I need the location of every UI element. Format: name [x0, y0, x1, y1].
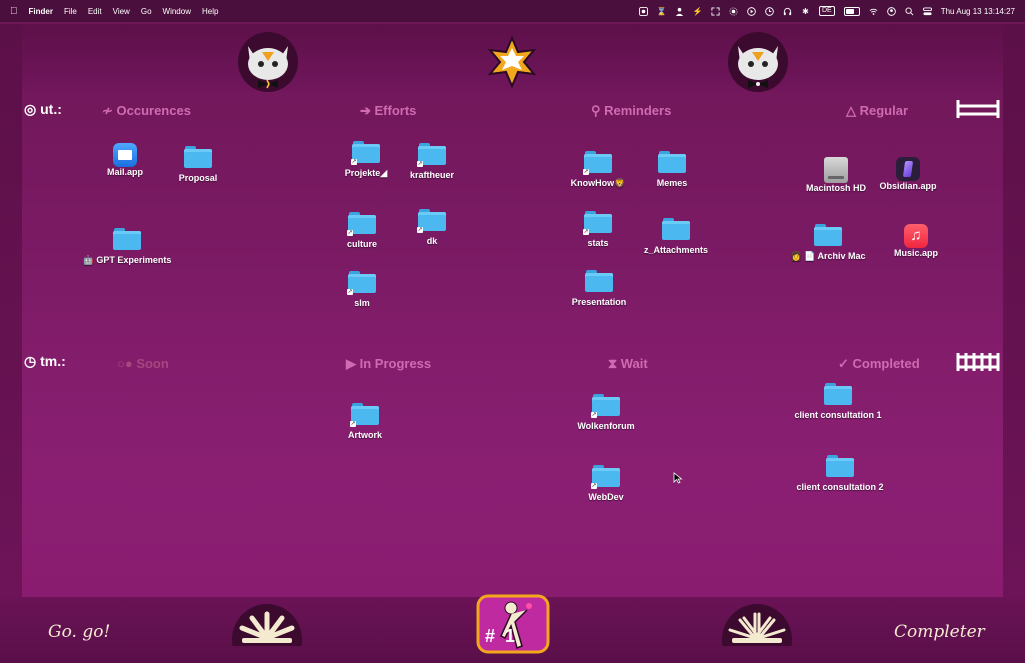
- section-efforts: ➔ Efforts: [360, 103, 417, 118]
- desktop-item-artwork[interactable]: ↗ Artwork: [320, 403, 410, 441]
- menu-bar:  Finder File Edit View Go Window Help ⌛…: [0, 0, 1025, 22]
- input-language-indicator[interactable]: DE: [818, 6, 835, 16]
- desktop-item-client-consultation-1[interactable]: client consultation 1: [793, 383, 883, 421]
- app-status-icon[interactable]: [638, 6, 648, 16]
- section-completed: ✓ Completed: [838, 356, 920, 371]
- wifi-icon[interactable]: [869, 7, 878, 16]
- folder-alias-icon: ↗: [583, 211, 612, 235]
- wallpaper-right-border: [1003, 24, 1025, 663]
- desktop-item-obsidian[interactable]: Obsidian.app: [863, 157, 953, 192]
- folder-icon: [184, 146, 212, 168]
- folder-icon: [662, 218, 690, 240]
- target-icon: ◎: [24, 101, 37, 117]
- desktop-item-kraftheuer[interactable]: ↗ kraftheuer: [387, 143, 477, 181]
- folder-icon: [814, 224, 842, 246]
- cat-mascot-icon: [728, 32, 788, 92]
- row-label-top: ◎ ut.:: [24, 101, 62, 117]
- folder-alias-icon: ↗: [347, 271, 376, 295]
- play-icon[interactable]: [747, 6, 756, 16]
- folder-alias-icon: ↗: [350, 403, 379, 427]
- section-reminders: ⚲ Reminders: [591, 103, 672, 118]
- apple-menu-icon[interactable]: : [10, 6, 18, 17]
- bolt-icon[interactable]: ⚡: [692, 7, 702, 16]
- hard-drive-icon: [824, 157, 848, 183]
- menu-window[interactable]: Window: [163, 7, 191, 16]
- desktop-item-webdev[interactable]: ↗ WebDev: [561, 465, 651, 503]
- number-one-badge: # 1: [475, 590, 551, 656]
- menu-help[interactable]: Help: [202, 7, 218, 16]
- folder-icon: [585, 270, 613, 292]
- desktop-item-slm[interactable]: ↗ slm: [317, 271, 407, 309]
- bed-icon: [956, 100, 1000, 118]
- folder-icon: [824, 383, 852, 405]
- obsidian-app-icon: [896, 157, 920, 181]
- menu-go[interactable]: Go: [141, 7, 152, 16]
- desktop-item-music[interactable]: ♫ Music.app: [871, 224, 961, 259]
- desktop-item-z-attachments[interactable]: z_Attachments: [631, 218, 721, 256]
- account-icon[interactable]: [886, 6, 896, 16]
- desktop-item-proposal[interactable]: Proposal: [153, 146, 243, 184]
- desktop-item-gpt-experiments[interactable]: 🤖 GPT Experiments: [82, 228, 172, 266]
- menu-view[interactable]: View: [113, 7, 130, 16]
- folder-alias-icon: ↗: [347, 212, 376, 236]
- desktop-item-archiv-mac[interactable]: 👩 📄 Archiv Mac: [783, 224, 873, 262]
- menu-edit[interactable]: Edit: [88, 7, 102, 16]
- hourglass-icon[interactable]: ⌛: [656, 7, 666, 16]
- desktop-item-presentation[interactable]: Presentation: [554, 270, 644, 308]
- completer-script: Completer: [894, 622, 985, 642]
- expand-icon[interactable]: [711, 6, 720, 16]
- menu-app-name[interactable]: Finder: [29, 7, 53, 16]
- desktop-item-client-consultation-2[interactable]: client consultation 2: [795, 455, 885, 493]
- folder-alias-icon: ↗: [351, 141, 380, 165]
- wallpaper-left-border: [0, 24, 22, 663]
- desktop-item-wolkenforum[interactable]: ↗ Wolkenforum: [561, 394, 651, 432]
- folder-alias-icon: ↗: [591, 465, 620, 489]
- folder-icon: [658, 151, 686, 173]
- mouse-cursor-icon: [673, 472, 683, 484]
- menu-file[interactable]: File: [64, 7, 77, 16]
- clock-icon: ◷: [24, 353, 37, 369]
- mail-app-icon: [113, 143, 137, 167]
- folder-icon: [113, 228, 141, 250]
- star-icon: [487, 36, 537, 88]
- go-go-script: Go. go!: [48, 622, 111, 642]
- headphones-icon[interactable]: [783, 7, 792, 16]
- user-icon[interactable]: [675, 7, 684, 16]
- fence-icon: [956, 353, 1000, 371]
- folder-alias-icon: ↗: [591, 394, 620, 418]
- menu-clock[interactable]: Thu Aug 13 13:14:27: [941, 7, 1015, 16]
- cat-mascot-icon: [238, 32, 298, 92]
- folder-alias-icon: ↗: [583, 151, 612, 175]
- sunrise-fan-icon: [722, 604, 792, 646]
- desktop-item-stats[interactable]: ↗ stats: [553, 211, 643, 249]
- music-app-icon: ♫: [904, 224, 928, 248]
- section-occurences: ≁ Occurences: [102, 103, 191, 118]
- desktop-item-dk[interactable]: ↗ dk: [387, 209, 477, 247]
- sunrise-fan-icon: [232, 604, 302, 646]
- folder-alias-icon: ↗: [417, 143, 446, 167]
- brightness-icon[interactable]: [729, 6, 738, 16]
- search-icon[interactable]: [905, 6, 914, 16]
- folder-alias-icon: ↗: [417, 209, 446, 233]
- desktop-item-memes[interactable]: Memes: [627, 151, 717, 189]
- row-label-bottom: ◷ tm.:: [24, 353, 66, 369]
- battery-icon[interactable]: [843, 6, 860, 16]
- section-soon: ○● Soon: [117, 356, 169, 371]
- time-machine-icon[interactable]: [765, 6, 774, 16]
- section-wait: ⧗ Wait: [608, 356, 648, 371]
- section-regular: △ Regular: [846, 103, 909, 118]
- folder-icon: [826, 455, 854, 477]
- control-center-icon[interactable]: [922, 6, 932, 16]
- bluetooth-icon[interactable]: ✱: [801, 7, 810, 16]
- badge-text: # 1: [485, 626, 516, 646]
- section-in-progress: ▶ In Progress: [346, 356, 432, 371]
